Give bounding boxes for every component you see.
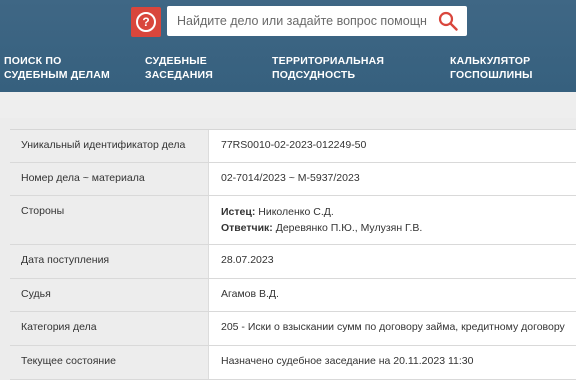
site-header: ? ПОИСК ПО СУДЕБНЫМ ДЕЛАМ СУДЕБНЫЕ ЗАСЕД… (0, 0, 576, 92)
case-info-table: Уникальный идентификатор дела 77RS0010-0… (10, 129, 576, 380)
category-label: Категория дела (10, 312, 209, 345)
status-label: Текущее состояние (10, 346, 209, 379)
header-band (0, 92, 576, 118)
status-value: Назначено судебное заседание на 20.11.20… (209, 346, 576, 379)
parties-value: Истец: Николенко С.Д. Ответчик: Деревянк… (209, 196, 576, 244)
case-id-label: Уникальный идентификатор дела (10, 130, 209, 162)
table-row: Текущее состояние Назначено судебное зас… (10, 346, 576, 380)
search-input[interactable] (167, 6, 427, 36)
case-number-value: 02-7014/2023 ~ М-5937/2023 (209, 163, 576, 195)
category-value: 205 - Иски о взыскании сумм по договору … (209, 312, 576, 345)
table-row: Номер дела ~ материала 02-7014/2023 ~ М-… (10, 163, 576, 196)
case-id-value: 77RS0010-02-2023-012249-50 (209, 130, 576, 162)
question-circle-icon: ? (136, 12, 156, 32)
nav-court-sessions[interactable]: СУДЕБНЫЕ ЗАСЕДАНИЯ (145, 54, 213, 82)
case-number-label: Номер дела ~ материала (10, 163, 209, 195)
judge-label: Судья (10, 279, 209, 311)
table-row: Уникальный идентификатор дела 77RS0010-0… (10, 130, 576, 163)
defendant-label: Ответчик: (221, 222, 273, 234)
nav-case-search[interactable]: ПОИСК ПО СУДЕБНЫМ ДЕЛАМ (4, 54, 110, 82)
nav-jurisdiction[interactable]: ТЕРРИТОРИАЛЬНАЯ ПОДСУДНОСТЬ (272, 54, 384, 82)
judge-value: Агамов В.Д. (209, 279, 576, 311)
table-row: Категория дела 205 - Иски о взыскании су… (10, 312, 576, 346)
table-row: Дата поступления 28.07.2023 (10, 245, 576, 279)
table-row: Стороны Истец: Николенко С.Д. Ответчик: … (10, 196, 576, 245)
plaintiff-value: Николенко С.Д. (258, 206, 334, 218)
defendant-value: Деревянко П.Ю., Мулузян Г.В. (275, 222, 423, 234)
received-date-label: Дата поступления (10, 245, 209, 278)
parties-label: Стороны (10, 196, 209, 244)
help-button[interactable]: ? (131, 7, 161, 37)
received-date-value: 28.07.2023 (209, 245, 576, 278)
main-nav: ПОИСК ПО СУДЕБНЫМ ДЕЛАМ СУДЕБНЫЕ ЗАСЕДАН… (0, 54, 576, 84)
plaintiff-label: Истец: (221, 206, 256, 218)
search-icon[interactable] (438, 11, 458, 31)
search-box (167, 6, 467, 36)
nav-fee-calculator[interactable]: КАЛЬКУЛЯТОР ГОСПОШЛИНЫ (450, 54, 533, 82)
table-row: Судья Агамов В.Д. (10, 279, 576, 312)
